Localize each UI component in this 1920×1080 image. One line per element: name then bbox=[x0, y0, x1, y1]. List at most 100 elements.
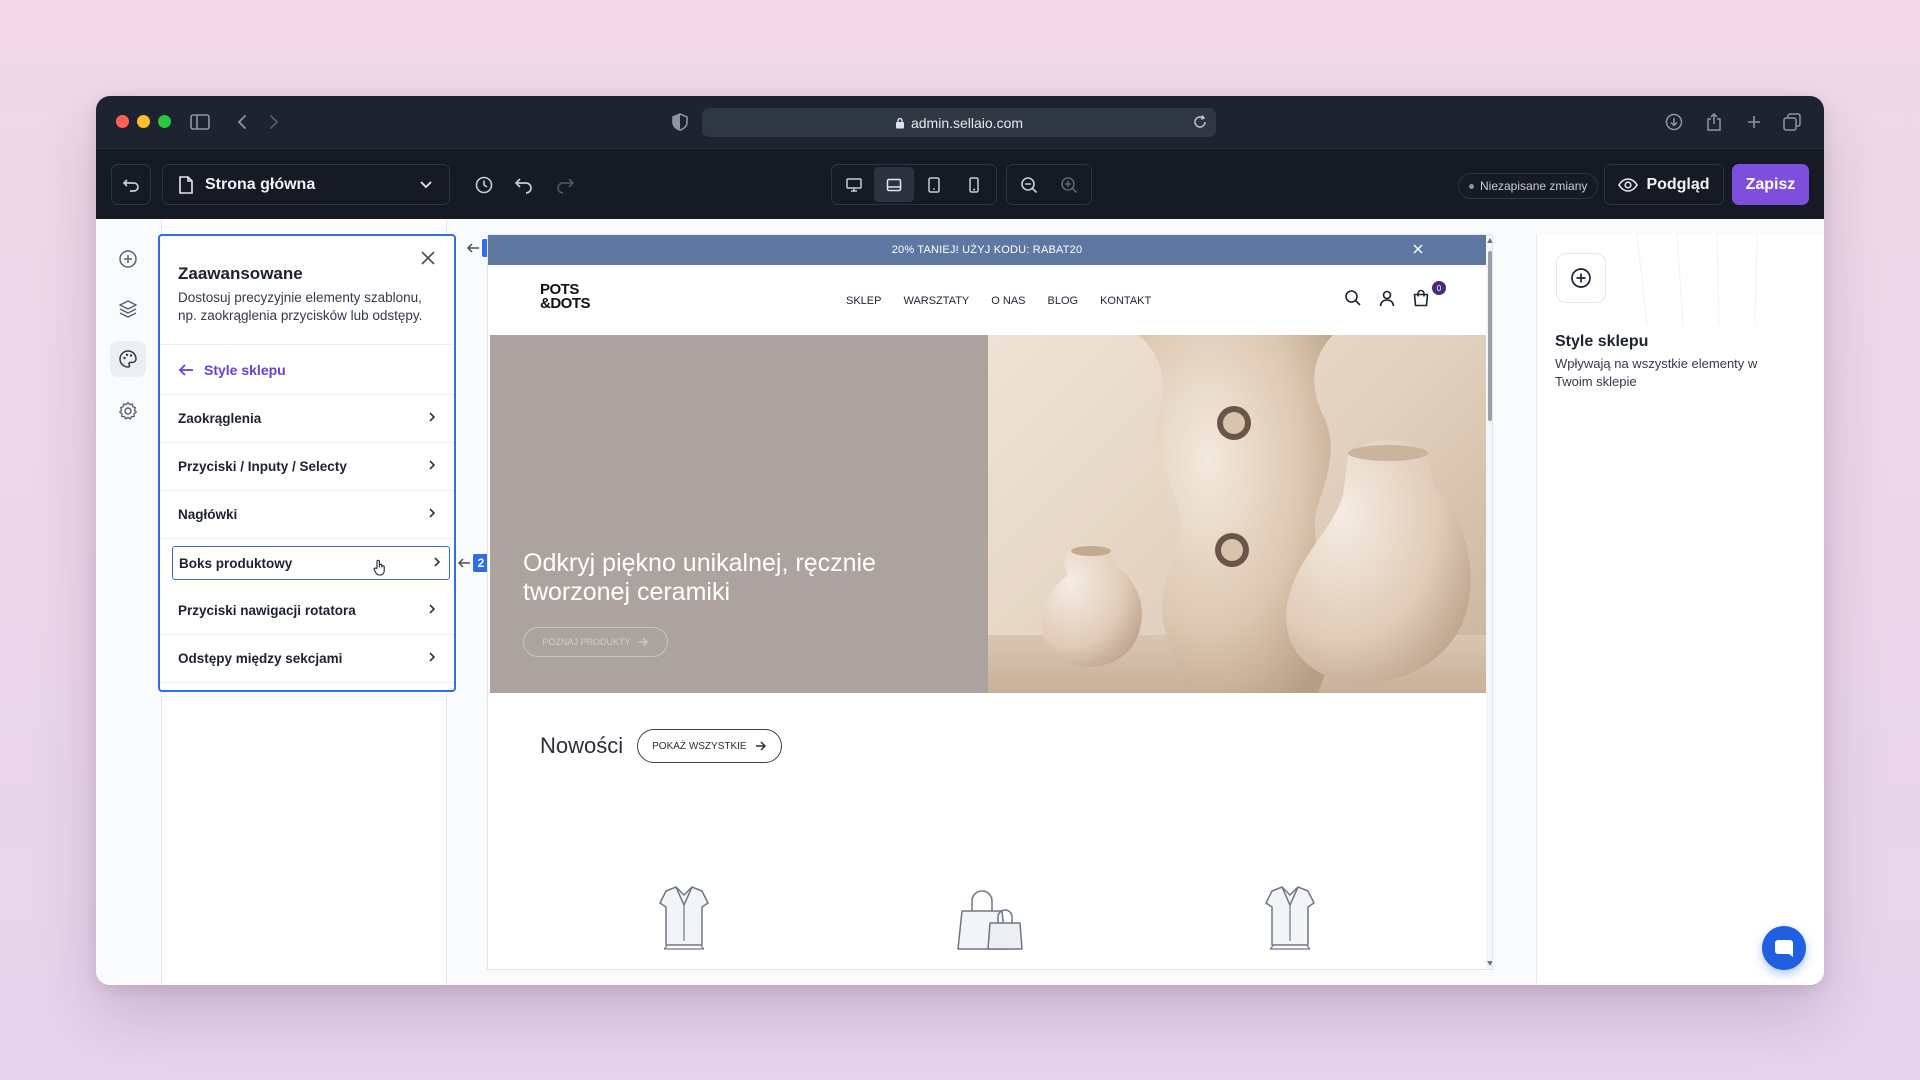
address-bar[interactable]: admin.sellaio.com bbox=[702, 108, 1216, 137]
redo-button[interactable] bbox=[547, 164, 583, 205]
page-icon bbox=[179, 175, 193, 194]
privacy-shield-icon[interactable] bbox=[668, 110, 692, 134]
tool-rail bbox=[96, 219, 160, 985]
url-text: admin.sellaio.com bbox=[910, 114, 1024, 131]
store-preview-canvas[interactable]: 20% TANIEJ! UŻYJ KODU: RABAT20 POTS &DOT… bbox=[487, 234, 1493, 970]
add-style-button[interactable] bbox=[1556, 253, 1606, 303]
promo-text: 20% TANIEJ! UŻYJ KODU: RABAT20 bbox=[891, 244, 1083, 256]
eye-icon bbox=[1618, 177, 1639, 192]
menu-item-headings[interactable]: Nagłówki bbox=[160, 491, 454, 539]
exit-editor-button[interactable] bbox=[111, 164, 151, 205]
arrow-left-icon bbox=[178, 363, 193, 376]
hand-cursor-icon bbox=[373, 559, 385, 576]
back-label: Style sklepu bbox=[204, 361, 286, 378]
menu-item-label: Przyciski nawigacji rotatora bbox=[178, 603, 356, 618]
preview-button[interactable]: Podgląd bbox=[1604, 164, 1724, 205]
menu-item-section-spacing[interactable]: Odstępy między sekcjami bbox=[160, 635, 454, 683]
search-icon[interactable] bbox=[1344, 289, 1362, 307]
panel-description: Dostosuj precyzyjnie elementy szablonu, … bbox=[178, 290, 423, 323]
styles-button[interactable] bbox=[110, 341, 146, 377]
store-nav: SKLEP WARSZTATY O NAS BLOG KONTAKT bbox=[846, 295, 1151, 307]
unsaved-changes-badge: Niezapisane zmiany bbox=[1458, 173, 1599, 199]
menu-item-label: Odstępy między sekcjami bbox=[178, 651, 343, 666]
forward-arrow-icon[interactable] bbox=[262, 110, 286, 134]
show-all-button[interactable]: POKAŻ WSZYSTKIE bbox=[637, 729, 782, 763]
nav-item-workshops[interactable]: WARSZTATY bbox=[903, 295, 969, 307]
add-section-button[interactable] bbox=[110, 241, 146, 277]
shopping-bag-icon[interactable] bbox=[1412, 289, 1430, 307]
promo-bar: 20% TANIEJ! UŻYJ KODU: RABAT20 bbox=[488, 235, 1486, 265]
minimize-window-button[interactable] bbox=[137, 115, 150, 128]
reload-icon[interactable] bbox=[1192, 114, 1208, 130]
share-icon[interactable] bbox=[1702, 110, 1726, 134]
zoom-controls bbox=[1006, 164, 1092, 205]
history-button[interactable] bbox=[466, 164, 502, 205]
close-panel-button[interactable] bbox=[418, 248, 438, 268]
show-all-label: POKAŻ WSZYSTKIE bbox=[652, 740, 747, 752]
hero-cta-button[interactable]: POZNAJ PRODUKTY bbox=[523, 627, 668, 657]
settings-button[interactable] bbox=[110, 393, 146, 429]
preview-label: Podgląd bbox=[1646, 175, 1710, 193]
cart-count-badge: 0 bbox=[1432, 281, 1446, 295]
mobile-view-button[interactable] bbox=[954, 167, 994, 202]
canvas-scrollbar[interactable] bbox=[1486, 235, 1493, 969]
chevron-down-icon bbox=[420, 181, 432, 189]
ceramic-vases-illustration bbox=[988, 335, 1486, 693]
download-icon[interactable] bbox=[1662, 110, 1686, 134]
status-dot bbox=[1469, 183, 1474, 189]
menu-item-buttons-inputs[interactable]: Przyciski / Inputy / Selecty bbox=[160, 443, 454, 491]
tab-overview-icon[interactable] bbox=[1780, 110, 1804, 134]
tablet-view-button[interactable] bbox=[914, 167, 954, 202]
zoom-window-button[interactable] bbox=[158, 115, 171, 128]
nav-item-contact[interactable]: KONTAKT bbox=[1100, 295, 1151, 307]
store-logo[interactable]: POTS &DOTS bbox=[540, 282, 591, 311]
back-arrow-icon[interactable] bbox=[230, 110, 254, 134]
zoom-out-button[interactable] bbox=[1009, 167, 1049, 202]
palette-icon bbox=[119, 350, 137, 368]
user-icon[interactable] bbox=[1378, 289, 1396, 307]
decorative-grid bbox=[1636, 234, 1758, 324]
close-window-button[interactable] bbox=[116, 115, 129, 128]
desktop-icon bbox=[846, 177, 862, 192]
chevron-right-icon bbox=[429, 604, 436, 614]
scroll-down-icon[interactable] bbox=[1487, 961, 1493, 966]
right-panel: Style sklepu Wpływają na wszystkie eleme… bbox=[1536, 234, 1824, 985]
scrollbar-thumb[interactable] bbox=[1488, 251, 1492, 421]
lock-icon bbox=[895, 117, 904, 128]
menu-item-rotator-navigation[interactable]: Przyciski nawigacji rotatora bbox=[160, 587, 454, 635]
arrow-left-icon bbox=[457, 558, 470, 568]
layers-button[interactable] bbox=[110, 291, 146, 327]
store-header-icons bbox=[1344, 289, 1430, 307]
menu-item-rounding[interactable]: Zaokrąglenia bbox=[160, 395, 454, 443]
chevron-right-icon bbox=[429, 652, 436, 662]
nav-item-about[interactable]: O NAS bbox=[991, 295, 1025, 307]
editor-toolbar: Strona główna Niezapisane zmiany Podgląd… bbox=[96, 148, 1824, 219]
scroll-up-icon[interactable] bbox=[1487, 238, 1493, 243]
laptop-icon bbox=[886, 178, 902, 191]
zoom-in-button[interactable] bbox=[1049, 167, 1089, 202]
browser-window: admin.sellaio.com Strona główna Niezapis… bbox=[96, 96, 1824, 985]
bag-placeholder-icon bbox=[957, 890, 1023, 950]
new-tab-icon[interactable] bbox=[1742, 110, 1766, 134]
nav-item-shop[interactable]: SKLEP bbox=[846, 295, 881, 307]
sidebar-toggle-icon[interactable] bbox=[188, 110, 212, 134]
chevron-right-icon bbox=[429, 460, 436, 470]
page-select[interactable]: Strona główna bbox=[162, 164, 450, 205]
tablet-icon bbox=[928, 176, 940, 193]
section-title: Nowości bbox=[540, 733, 624, 758]
save-button[interactable]: Zapisz bbox=[1732, 164, 1809, 205]
menu-item-label: Zaokrąglenia bbox=[178, 411, 262, 426]
menu-item-product-box[interactable]: Boks produktowy bbox=[172, 546, 450, 580]
window-controls bbox=[116, 115, 171, 128]
unsaved-changes-label: Niezapisane zmiany bbox=[1480, 179, 1588, 193]
close-icon[interactable] bbox=[1412, 243, 1424, 255]
chat-support-button[interactable] bbox=[1762, 926, 1806, 970]
nav-item-blog[interactable]: BLOG bbox=[1048, 295, 1079, 307]
chat-bubble-icon bbox=[1775, 940, 1793, 957]
hero-image bbox=[988, 335, 1486, 693]
back-to-store-styles-button[interactable]: Style sklepu bbox=[160, 344, 454, 395]
undo-button[interactable] bbox=[506, 164, 542, 205]
desktop-view-button[interactable] bbox=[834, 167, 874, 202]
laptop-view-button[interactable] bbox=[874, 167, 914, 202]
undo-icon bbox=[514, 177, 532, 194]
